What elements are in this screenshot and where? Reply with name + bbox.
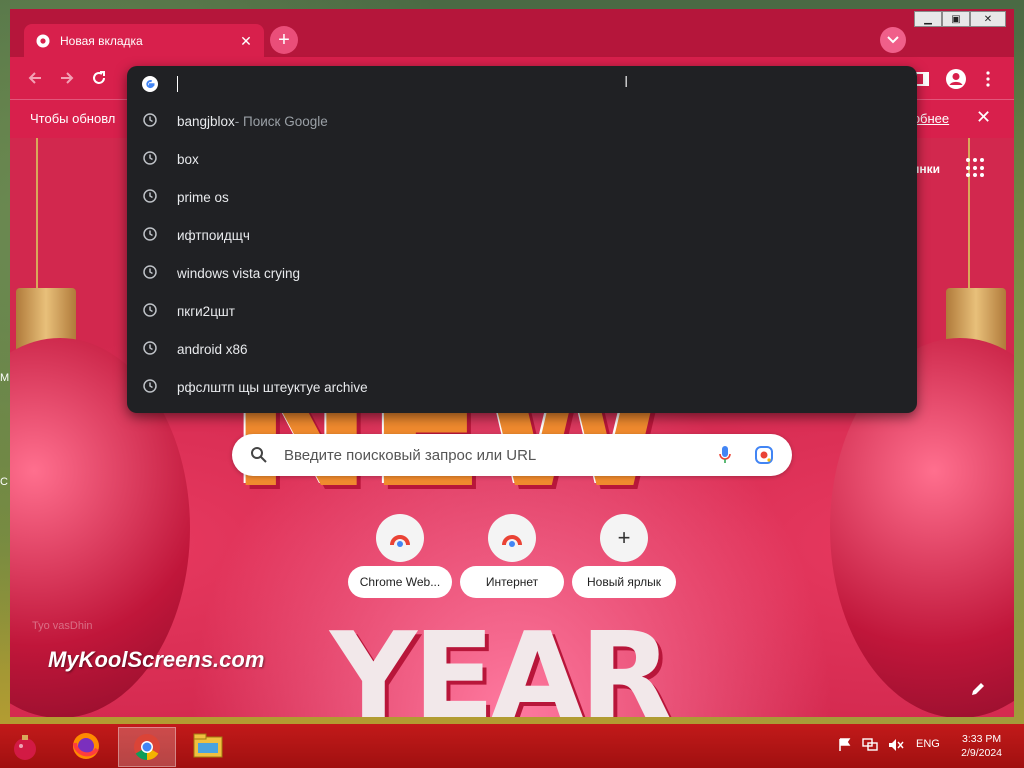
tab-strip: Новая вкладка ✕ + ▁ ▣ ✕ [10, 9, 1014, 58]
clock-time: 3:33 PM [962, 733, 1002, 745]
shortcut-favicon [376, 514, 424, 562]
omnibox-suggestion[interactable]: box [127, 140, 917, 178]
tab-close-icon[interactable]: ✕ [238, 33, 254, 49]
shortcut-tile[interactable]: Интернет [460, 506, 564, 602]
omnibox-suggestion[interactable]: bangjblox - Поиск Google [127, 102, 917, 140]
omnibox-suggestion[interactable]: пкги2цшт [127, 292, 917, 330]
suggestion-hint: - Поиск Google [234, 113, 328, 129]
menu-kebab-icon[interactable] [976, 67, 1000, 91]
taskbar: ENG 3:33 PM 2/9/2024 [0, 724, 1024, 768]
new-tab-button[interactable]: + [270, 26, 298, 54]
suggestion-text: рфслштп щы штеуктуе archive [177, 379, 368, 395]
ntp-search-box[interactable]: Введите поисковый запрос или URL [232, 434, 792, 476]
info-bar-message: Чтобы обновл [30, 111, 116, 126]
tab-title: Новая вкладка [60, 34, 143, 48]
history-clock-icon [143, 227, 159, 243]
add-shortcut-tile[interactable]: + Новый ярлык [572, 506, 676, 602]
profile-avatar-icon[interactable] [944, 67, 968, 91]
history-clock-icon [143, 151, 159, 167]
desktop-icon-label[interactable]: C [0, 476, 8, 488]
file-explorer-icon[interactable] [180, 727, 236, 765]
suggestion-text: box [177, 151, 199, 167]
history-clock-icon [143, 113, 159, 129]
chevron-down-icon [887, 36, 899, 44]
shortcut-label: Chrome Web... [348, 566, 452, 598]
shortcut-label: Интернет [460, 566, 564, 598]
history-clock-icon [143, 379, 159, 395]
omnibox-suggestion[interactable]: ифтпоидщч [127, 216, 917, 254]
mouse-ibeam-icon: I [624, 74, 629, 91]
plus-icon: + [600, 514, 648, 562]
start-ornament-icon[interactable] [8, 730, 42, 764]
text-cursor [177, 76, 178, 92]
omnibox-dropdown: I bangjblox - Поиск Google box prime os … [127, 66, 917, 413]
minimize-button[interactable]: ▁ [914, 11, 942, 27]
language-indicator[interactable]: ENG [916, 738, 940, 750]
omnibox-suggestion[interactable]: рфслштп щы штеуктуе archive [127, 368, 917, 406]
maximize-button[interactable]: ▣ [942, 11, 970, 27]
tab-new-tab[interactable]: Новая вкладка ✕ [24, 24, 264, 58]
banner-year-text: YEAR [330, 608, 672, 717]
microphone-icon[interactable] [718, 445, 738, 465]
ntp-search-placeholder: Введите поисковый запрос или URL [284, 446, 537, 464]
firefox-icon[interactable] [58, 727, 114, 765]
customize-pencil-icon[interactable] [970, 681, 988, 699]
apps-grid-icon[interactable] [966, 158, 986, 178]
suggestion-text: android x86 [177, 341, 248, 357]
search-icon [250, 446, 270, 464]
history-clock-icon [143, 303, 159, 319]
omnibox-suggestion[interactable]: prime os [127, 178, 917, 216]
chrome-icon [36, 34, 50, 48]
wallpaper-caption: Tyo vasDhin [32, 620, 93, 632]
taskbar-clock[interactable]: 3:33 PM 2/9/2024 [961, 732, 1002, 760]
ornament-string [36, 138, 38, 288]
close-window-button[interactable]: ✕ [970, 11, 1006, 27]
clock-date: 2/9/2024 [961, 747, 1002, 759]
volume-muted-icon[interactable] [888, 738, 904, 755]
flag-icon[interactable] [838, 738, 852, 755]
shortcut-label: Новый ярлык [572, 566, 676, 598]
history-clock-icon [143, 341, 159, 357]
suggestion-text: пкги2цшт [177, 303, 235, 319]
watermark-text: MyKoolScreens.com [48, 647, 265, 672]
reload-icon[interactable] [88, 67, 110, 89]
suggestion-text: ифтпоидщч [177, 227, 250, 243]
google-g-icon [141, 75, 159, 93]
shortcut-favicon [488, 514, 536, 562]
tab-search-button[interactable] [880, 27, 906, 53]
omnibox-suggestion[interactable]: android x86 [127, 330, 917, 368]
chrome-taskbar-icon[interactable] [118, 727, 176, 767]
info-bar-close-icon[interactable]: ✕ [976, 107, 991, 128]
back-icon[interactable] [24, 67, 46, 89]
suggestion-text: windows vista crying [177, 265, 301, 281]
omnibox-suggestion[interactable]: windows vista crying [127, 254, 917, 292]
chrome-window: Новая вкладка ✕ + ▁ ▣ ✕ Чтобы обновл дро… [10, 9, 1014, 717]
google-lens-icon[interactable] [754, 445, 776, 465]
desktop-icon-label[interactable]: M [0, 372, 9, 384]
omnibox-input[interactable]: I [127, 66, 917, 102]
history-clock-icon [143, 189, 159, 205]
suggestion-text: prime os [177, 189, 229, 205]
network-icon[interactable] [862, 738, 878, 755]
suggestion-text: bangjblox [177, 113, 235, 129]
shortcut-tile[interactable]: Chrome Web... [348, 506, 452, 602]
forward-icon[interactable] [56, 67, 78, 89]
history-clock-icon [143, 265, 159, 281]
